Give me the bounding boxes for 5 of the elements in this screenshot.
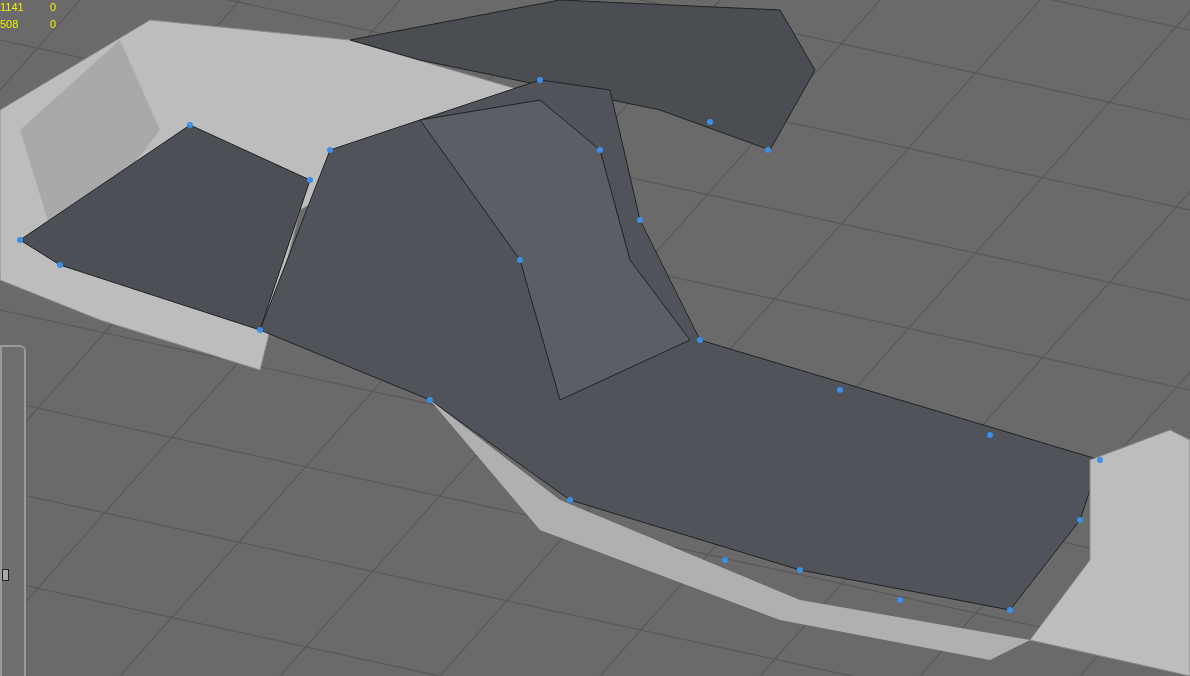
count-readout: 508 xyxy=(0,18,20,31)
value-readout: 0 xyxy=(50,1,57,14)
count-readout: 1141 xyxy=(0,1,25,14)
scroll-handle[interactable] xyxy=(2,569,9,581)
value-readout: 0 xyxy=(50,18,57,31)
